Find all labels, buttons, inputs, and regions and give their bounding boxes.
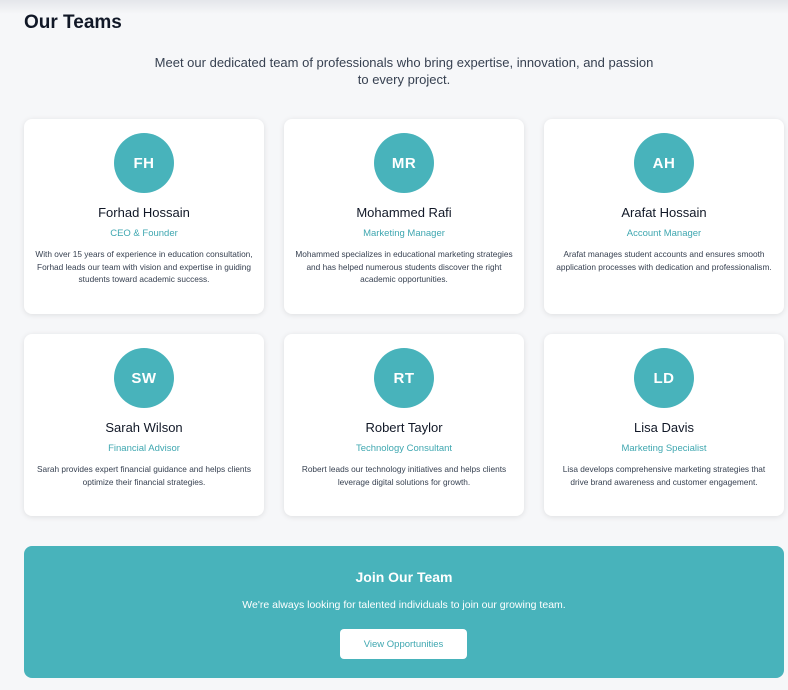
avatar: AH xyxy=(634,133,694,193)
member-role: Financial Advisor xyxy=(108,443,180,454)
member-role: Marketing Specialist xyxy=(621,443,707,454)
member-role: Marketing Manager xyxy=(363,228,445,239)
avatar: SW xyxy=(114,348,174,408)
member-bio: Lisa develops comprehensive marketing st… xyxy=(562,464,766,487)
member-bio: Arafat manages student accounts and ensu… xyxy=(556,249,772,272)
join-team-banner: Join Our Team We're always looking for t… xyxy=(24,546,784,678)
member-name: Robert Taylor xyxy=(365,420,443,435)
member-name: Forhad Hossain xyxy=(98,205,190,220)
member-bio: With over 15 years of experience in educ… xyxy=(35,249,253,284)
avatar: LD xyxy=(634,348,694,408)
team-card-robert-taylor: RT Robert Taylor Technology Consultant R… xyxy=(284,334,524,516)
member-name: Mohammed Rafi xyxy=(356,205,452,220)
member-role: Account Manager xyxy=(626,228,702,239)
team-card-mohammed-rafi: MR Mohammed Rafi Marketing Manager Moham… xyxy=(284,119,524,314)
member-bio: Sarah provides expert financial guidance… xyxy=(36,464,251,487)
avatar: MR xyxy=(374,133,434,193)
team-card-sarah-wilson: SW Sarah Wilson Financial Advisor Sarah … xyxy=(24,334,264,516)
member-role: Technology Consultant xyxy=(355,443,453,454)
member-role: CEO & Founder xyxy=(110,228,178,239)
member-bio: Robert leads our technology initiatives … xyxy=(301,464,507,487)
view-opportunities-button[interactable]: View Opportunities xyxy=(340,629,467,659)
team-card-lisa-davis: LD Lisa Davis Marketing Specialist Lisa … xyxy=(544,334,784,516)
member-name: Arafat Hossain xyxy=(621,205,707,220)
join-team-text: We're always looking for talented indivi… xyxy=(242,599,566,611)
member-name: Lisa Davis xyxy=(634,420,694,435)
intro-text: Meet our dedicated team of professionals… xyxy=(154,55,654,87)
avatar: RT xyxy=(374,348,434,408)
member-bio: Mohammed specializes in educational mark… xyxy=(295,249,513,284)
avatar: FH xyxy=(114,133,174,193)
member-name: Sarah Wilson xyxy=(105,420,183,435)
join-team-title: Join Our Team xyxy=(355,569,453,585)
team-card-arafat-hossain: AH Arafat Hossain Account Manager Arafat… xyxy=(544,119,784,314)
page-title: Our Teams xyxy=(24,12,122,33)
team-card-forhad-hossain: FH Forhad Hossain CEO & Founder With ove… xyxy=(24,119,264,314)
